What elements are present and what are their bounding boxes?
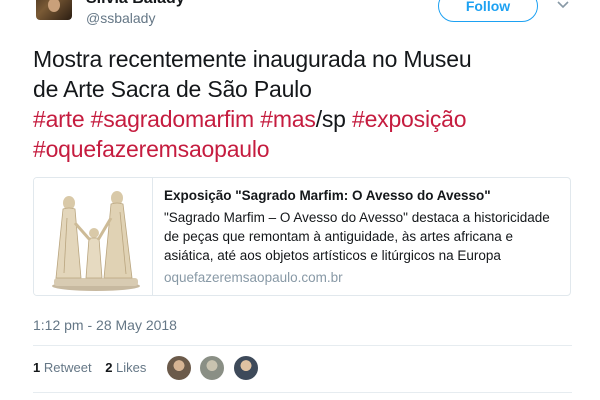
author-display-name[interactable]: Silvia Balady bbox=[86, 0, 185, 8]
card-title: Exposição "Sagrado Marfim: O Avesso do A… bbox=[164, 188, 491, 203]
divider bbox=[33, 392, 572, 393]
card-url: oquefazeremsaopaulo.com.br bbox=[164, 270, 343, 285]
likes-stat[interactable]: 2 Likes bbox=[105, 360, 146, 375]
author-avatar[interactable] bbox=[36, 0, 72, 20]
tweet-header: Silvia Balady @ssbalady Follow bbox=[0, 0, 600, 30]
ivory-sculpture-image bbox=[34, 178, 153, 295]
tweet-timestamp[interactable]: 1:12 pm - 28 May 2018 bbox=[33, 317, 177, 333]
liker-avatar[interactable] bbox=[232, 355, 259, 381]
divider bbox=[33, 345, 572, 346]
follow-button[interactable]: Follow bbox=[438, 0, 538, 22]
retweet-count: 1 bbox=[33, 360, 41, 375]
chevron-down-icon[interactable] bbox=[556, 0, 570, 12]
tweet-stats: 1 Retweet 2 Likes bbox=[33, 360, 156, 375]
hashtag-link[interactable]: #mas bbox=[260, 106, 316, 132]
liker-avatar[interactable] bbox=[199, 355, 226, 381]
hashtag-link[interactable]: #oquefazeremsaopaulo bbox=[33, 136, 270, 162]
author-handle[interactable]: @ssbalady bbox=[86, 10, 155, 26]
liker-avatar[interactable] bbox=[166, 355, 192, 381]
likes-count: 2 bbox=[105, 360, 113, 375]
link-preview-card[interactable]: Exposição "Sagrado Marfim: O Avesso do A… bbox=[33, 177, 571, 296]
tweet-text-line: Mostra recentemente inaugurada no Museu bbox=[33, 46, 472, 72]
likes-label: Likes bbox=[116, 360, 147, 375]
retweet-stat[interactable]: 1 Retweet bbox=[33, 360, 92, 375]
card-description: "Sagrado Marfim – O Avesso do Avesso" de… bbox=[164, 210, 550, 263]
retweet-label: Retweet bbox=[43, 360, 92, 375]
card-body: Exposição "Sagrado Marfim: O Avesso do A… bbox=[164, 187, 564, 287]
hashtag-link[interactable]: #arte bbox=[33, 106, 85, 132]
likers-avatars bbox=[166, 355, 262, 381]
tweet-text-line: de Arte Sacra de São Paulo bbox=[33, 76, 312, 102]
hashtag-link[interactable]: #exposição bbox=[352, 106, 467, 132]
tweet-text-fragment: /sp bbox=[315, 106, 346, 132]
hashtag-link[interactable]: #sagradomarfim bbox=[91, 106, 255, 132]
tweet-text: Mostra recentemente inaugurada no Museu … bbox=[33, 44, 573, 164]
